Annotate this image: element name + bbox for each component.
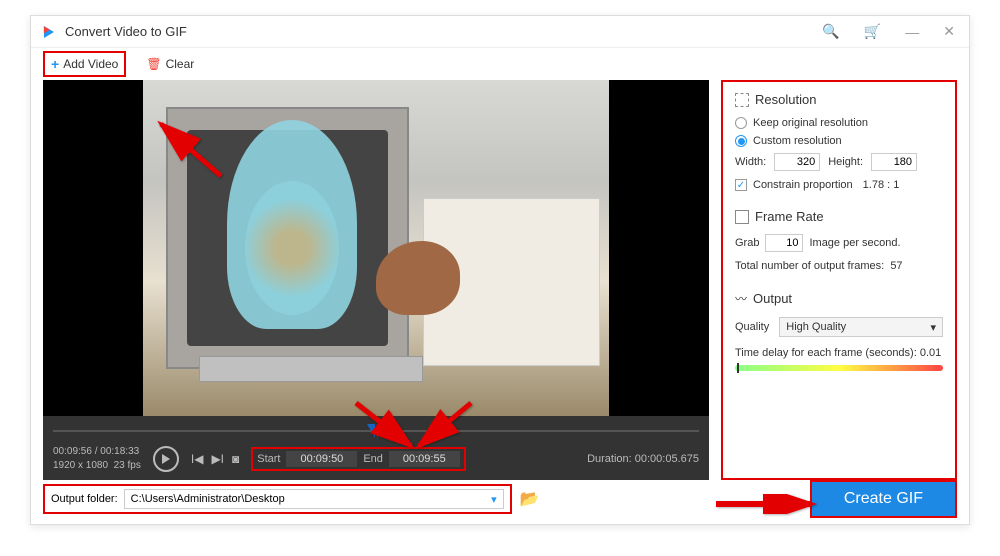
browse-folder-button[interactable]: 📂 <box>520 489 540 509</box>
step-buttons: I◀ ▶I ◙ <box>191 452 239 466</box>
time-total: 00:18:33 <box>100 446 139 457</box>
close-button[interactable]: ✕ <box>939 21 959 42</box>
resolution-icon <box>735 93 749 107</box>
video-resolution: 1920 x 1080 <box>53 460 108 471</box>
radio-unchecked-icon <box>735 117 747 129</box>
video-area: 00:09:56 / 00:18:33 1920 x 1080 23 fps I… <box>43 80 709 480</box>
range-handle-icon[interactable] <box>367 424 385 438</box>
play-button[interactable] <box>153 446 179 472</box>
quality-label: Quality <box>735 321 769 333</box>
chevron-down-icon: ▾ <box>930 321 936 334</box>
grab-input[interactable] <box>765 234 803 252</box>
framerate-section: Frame Rate Grab Image per second. Total … <box>735 209 943 272</box>
output-folder-path: C:\Users\Administrator\Desktop <box>131 493 285 505</box>
add-video-button[interactable]: + Add Video <box>43 51 126 77</box>
grab-row: Grab Image per second. <box>735 234 943 252</box>
framerate-title: Frame Rate <box>735 209 943 224</box>
window-title: Convert Video to GIF <box>65 24 818 39</box>
total-frames-value: 57 <box>890 260 902 272</box>
total-frames: Total number of output frames: 57 <box>735 260 943 272</box>
clear-label: Clear <box>166 57 195 71</box>
height-label: Height: <box>828 156 863 168</box>
plus-icon: + <box>51 56 59 72</box>
keep-resolution-radio[interactable]: Keep original resolution <box>735 117 943 129</box>
height-input[interactable] <box>871 153 917 171</box>
aspect-ratio: 1.78 : 1 <box>863 179 900 191</box>
constrain-checkbox[interactable]: ✓ Constrain proportion 1.78 : 1 <box>735 179 943 191</box>
time-elapsed: 00:09:56 <box>53 446 92 457</box>
quality-select[interactable]: High Quality ▾ <box>779 317 943 337</box>
app-logo-icon <box>41 24 57 40</box>
framerate-icon <box>735 210 749 224</box>
start-label: Start <box>257 453 280 465</box>
settings-panel: Resolution Keep original resolution Cust… <box>721 80 957 480</box>
snapshot-button[interactable]: ◙ <box>232 452 239 466</box>
output-folder-group: Output folder: C:\Users\Administrator\De… <box>43 484 512 514</box>
delay-slider[interactable] <box>735 365 943 371</box>
search-icon[interactable]: 🔍 <box>818 21 843 42</box>
output-title: 〰 Output <box>735 290 943 307</box>
duration-value: 00:00:05.675 <box>635 453 699 465</box>
end-time-input[interactable]: 00:09:55 <box>389 451 460 467</box>
delay-value: 0.01 <box>920 347 941 359</box>
video-frame-image <box>143 80 609 416</box>
timeline-panel: 00:09:56 / 00:18:33 1920 x 1080 23 fps I… <box>43 416 709 480</box>
custom-resolution-radio[interactable]: Custom resolution <box>735 135 943 147</box>
output-section: 〰 Output Quality High Quality ▾ Time del… <box>735 290 943 371</box>
create-gif-button[interactable]: Create GIF <box>810 480 957 518</box>
duration: Duration: 00:00:05.675 <box>587 453 699 465</box>
end-label: End <box>363 453 383 465</box>
chevron-down-icon: ▾ <box>491 493 497 506</box>
main-content: 00:09:56 / 00:18:33 1920 x 1080 23 fps I… <box>31 80 969 480</box>
video-preview[interactable] <box>43 80 709 416</box>
output-icon: 〰 <box>735 290 747 307</box>
output-folder-input[interactable]: C:\Users\Administrator\Desktop ▾ <box>124 489 504 509</box>
video-fps: 23 fps <box>114 460 141 471</box>
radio-checked-icon <box>735 135 747 147</box>
window-controls: 🔍 🛒 — ✕ <box>818 21 959 42</box>
grab-label: Grab <box>735 237 759 249</box>
start-end-group: Start 00:09:50 End 00:09:55 <box>251 447 465 471</box>
cart-icon[interactable]: 🛒 <box>860 21 885 42</box>
output-folder-label: Output folder: <box>51 493 118 505</box>
minimize-button[interactable]: — <box>901 22 923 42</box>
controls-row: 00:09:56 / 00:18:33 1920 x 1080 23 fps I… <box>53 446 699 472</box>
quality-row: Quality High Quality ▾ <box>735 317 943 337</box>
checkbox-checked-icon: ✓ <box>735 179 747 191</box>
width-input[interactable] <box>774 153 820 171</box>
timeline-slider[interactable] <box>53 424 699 438</box>
resolution-title: Resolution <box>735 92 943 107</box>
time-info: 00:09:56 / 00:18:33 1920 x 1080 23 fps <box>53 446 141 472</box>
width-label: Width: <box>735 156 766 168</box>
prev-frame-button[interactable]: I◀ <box>191 452 204 466</box>
titlebar: Convert Video to GIF 🔍 🛒 — ✕ <box>31 16 969 48</box>
app-window: Convert Video to GIF 🔍 🛒 — ✕ + Add Video… <box>30 15 970 525</box>
trash-icon: 🗑 <box>146 57 161 71</box>
start-time-input[interactable]: 00:09:50 <box>286 451 357 467</box>
next-frame-button[interactable]: ▶I <box>211 452 224 466</box>
toolbar: + Add Video 🗑 Clear <box>31 48 969 80</box>
resolution-section: Resolution Keep original resolution Cust… <box>735 92 943 191</box>
grab-suffix: Image per second. <box>809 237 900 249</box>
clear-button[interactable]: 🗑 Clear <box>146 57 194 71</box>
duration-label: Duration: <box>587 453 632 465</box>
width-height-row: Width: Height: <box>735 153 943 171</box>
delay-row: Time delay for each frame (seconds): 0.0… <box>735 347 943 359</box>
footer: Output folder: C:\Users\Administrator\De… <box>31 480 969 518</box>
add-video-label: Add Video <box>63 57 118 71</box>
